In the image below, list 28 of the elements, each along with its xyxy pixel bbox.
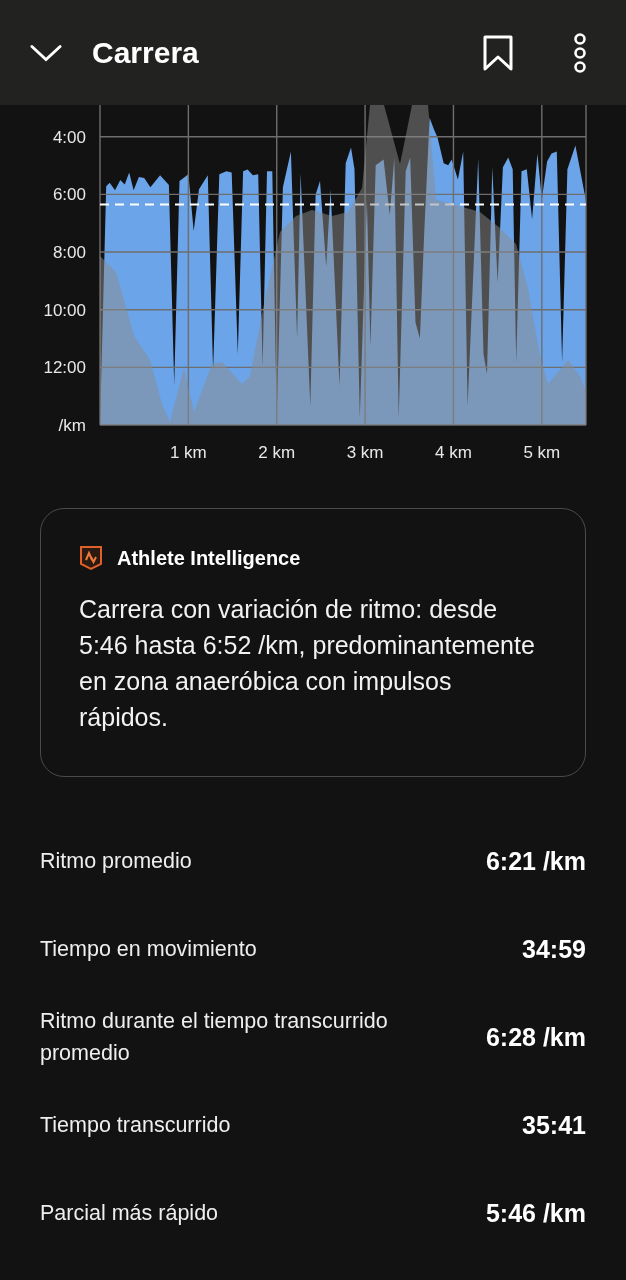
x-axis-label: 5 km xyxy=(523,443,561,462)
stat-label: Ritmo promedio xyxy=(40,848,192,875)
y-axis-label: 6:00 xyxy=(52,185,86,205)
x-axis-label: 2 km xyxy=(258,443,296,462)
card-title: Athlete Intelligence xyxy=(117,546,301,570)
stat-value: 6:28 /km xyxy=(485,1022,586,1052)
y-axis-label: 4:00 xyxy=(52,127,86,147)
stat-value: 34:59 xyxy=(522,934,586,964)
x-axis-label: 4 km xyxy=(435,443,472,462)
stat-label: Parcial más rápido xyxy=(40,1200,219,1227)
bookmark-icon[interactable] xyxy=(482,33,514,72)
stat-label: Ritmo durante el tiempo transcurrido promedio xyxy=(40,1008,389,1067)
screen-title: Carrera xyxy=(92,35,200,70)
x-axis-label: 3 km xyxy=(346,443,384,462)
stat-value: 5:46 /km xyxy=(485,1198,586,1228)
shield-icon xyxy=(79,545,103,571)
stat-value: 35:41 xyxy=(522,1110,586,1140)
y-axis-label: 10:00 xyxy=(43,300,86,320)
stat-value: 6:21 /km xyxy=(485,846,586,876)
x-axis-label: 1 km xyxy=(169,443,207,462)
y-axis-label: 12:00 xyxy=(43,358,86,378)
stat-label: Tiempo transcurrido xyxy=(40,1112,231,1139)
insight-text: Carrera con variación de ritmo: desde 5:46 hasta 6:52 /km, predominantemente en zona anaeróbica con impulsos rápidos. xyxy=(79,594,536,733)
chevron-down-icon[interactable] xyxy=(30,42,62,63)
y-axis-label: 8:00 xyxy=(52,243,86,263)
stat-label: Tiempo en movimiento xyxy=(40,936,257,963)
y-axis-label: /km xyxy=(58,416,86,435)
more-icon[interactable] xyxy=(572,32,588,73)
